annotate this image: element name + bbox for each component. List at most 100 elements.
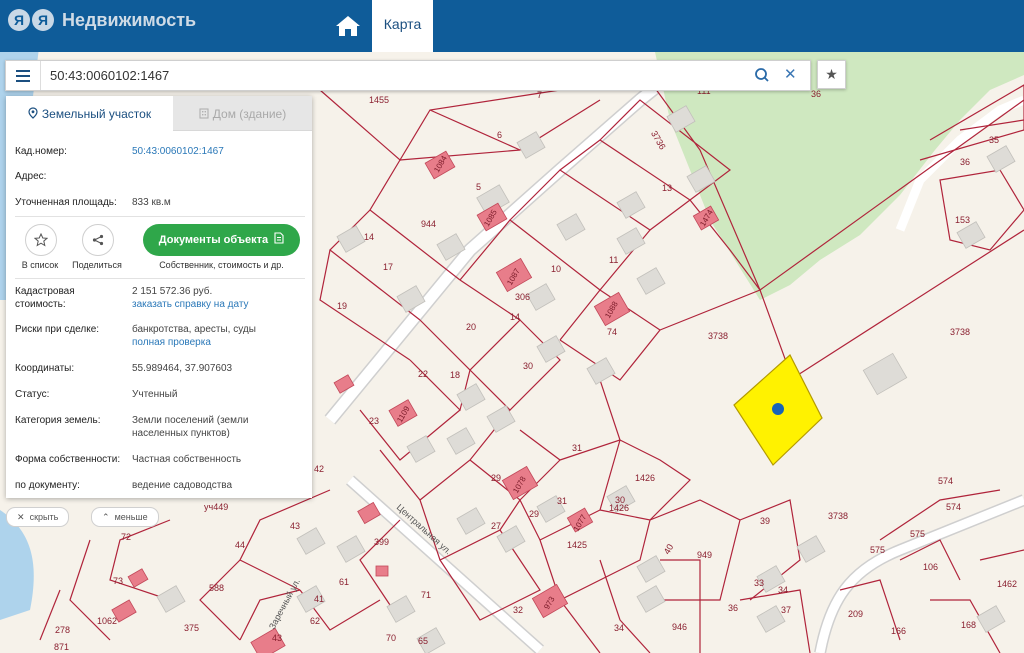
ownership-value: Частная собственность xyxy=(132,454,242,465)
cadastral-cost-value: 2 151 572.36 руб. xyxy=(132,286,213,297)
object-documents-label: Документы объекта xyxy=(158,234,269,246)
label-27: 27 xyxy=(491,521,501,531)
show-less-label: меньше xyxy=(114,512,148,522)
add-to-list-label: В список xyxy=(21,260,59,270)
coordinates-label: Координаты: xyxy=(15,363,75,374)
label-574b: 574 xyxy=(946,502,961,512)
hide-panel-button[interactable]: ✕ скрыть xyxy=(6,507,70,527)
label-33: 33 xyxy=(754,578,764,588)
label-31b: 31 xyxy=(557,496,567,506)
label-31a: 31 xyxy=(572,443,582,453)
label-36a: 36 xyxy=(811,89,821,99)
cadastral-cost-label-2: стоимость: xyxy=(15,299,66,310)
hide-panel-label: скрыть xyxy=(29,512,59,522)
label-1455: 1455 xyxy=(369,95,389,105)
label-22: 22 xyxy=(418,369,428,379)
object-documents-button[interactable]: Документы объекта xyxy=(143,224,300,256)
star-icon: ★ xyxy=(825,66,838,82)
hamburger-icon xyxy=(16,69,30,82)
label-17: 17 xyxy=(383,262,393,272)
label-3738a: 3738 xyxy=(708,331,728,341)
label-588: 588 xyxy=(209,583,224,593)
brand-logo[interactable]: Я Я Недвижимость xyxy=(8,8,196,32)
home-button[interactable] xyxy=(324,0,372,52)
label-36b: 36 xyxy=(960,157,970,167)
label-153: 153 xyxy=(955,215,970,225)
label-1425: 1425 xyxy=(567,540,587,550)
label-946: 946 xyxy=(672,622,687,632)
star-outline-icon xyxy=(34,233,48,247)
label-41: 41 xyxy=(314,594,324,604)
label-1462: 1462 xyxy=(997,579,1017,589)
label-32: 32 xyxy=(513,605,523,615)
label-62: 62 xyxy=(310,616,320,626)
order-certificate-link[interactable]: заказать справку на дату xyxy=(132,299,249,310)
label-1426b: 1426 xyxy=(609,503,629,513)
label-42: 42 xyxy=(314,464,324,474)
land-category-value-2: населенных пунктов) xyxy=(132,428,230,439)
label-72: 72 xyxy=(121,532,131,542)
area-label: Уточненная площадь: xyxy=(15,197,117,208)
brand-title: Недвижимость xyxy=(62,9,197,30)
label-29a: 29 xyxy=(491,473,501,483)
search-bar: ✕ xyxy=(5,60,811,91)
label-30: 30 xyxy=(523,361,533,371)
tab-map[interactable]: Карта xyxy=(372,0,433,52)
label-944: 944 xyxy=(421,219,436,229)
search-input[interactable] xyxy=(50,66,740,84)
label-uch449: уч449 xyxy=(204,502,228,512)
label-575b: 575 xyxy=(910,529,925,539)
label-14b: 14 xyxy=(510,312,520,322)
label-306: 306 xyxy=(515,292,530,302)
full-check-link[interactable]: полная проверка xyxy=(132,337,211,348)
label-61: 61 xyxy=(339,577,349,587)
label-168: 168 xyxy=(961,620,976,630)
document-icon xyxy=(274,232,284,244)
label-44: 44 xyxy=(235,540,245,550)
label-34a: 34 xyxy=(778,585,788,595)
share-label: Поделиться xyxy=(72,260,122,270)
tab-land-parcel[interactable]: Земельный участок xyxy=(6,96,173,130)
divider xyxy=(15,216,305,217)
label-70: 70 xyxy=(386,633,396,643)
tab-house-label: Дом (здание) xyxy=(212,107,287,121)
chevron-up-icon: ⌃ xyxy=(102,512,110,522)
label-399: 399 xyxy=(374,537,389,547)
top-bar: Я Я Недвижимость Карта xyxy=(0,0,1024,52)
label-574a: 574 xyxy=(938,476,953,486)
label-14a: 14 xyxy=(364,232,374,242)
label-35: 35 xyxy=(989,135,999,145)
label-166: 166 xyxy=(891,626,906,636)
label-209: 209 xyxy=(848,609,863,619)
label-278: 278 xyxy=(55,625,70,635)
home-icon xyxy=(336,16,360,36)
object-documents-subtitle: Собственник, стоимость и др. xyxy=(159,260,284,270)
close-icon[interactable]: ✕ xyxy=(784,65,797,83)
close-icon: ✕ xyxy=(17,512,25,522)
object-info-panel: Земельный участок Дом (здание) Кад.номер… xyxy=(6,96,312,498)
share-icon xyxy=(92,234,104,246)
favorites-button[interactable]: ★ xyxy=(817,60,846,89)
label-11: 11 xyxy=(609,255,618,265)
label-34b: 34 xyxy=(614,623,624,633)
parcel-center-marker[interactable] xyxy=(772,403,784,415)
search-icon[interactable] xyxy=(754,67,770,83)
status-value: Учтенный xyxy=(132,389,178,400)
label-7: 7 xyxy=(537,90,542,100)
menu-button[interactable] xyxy=(6,61,41,90)
label-65: 65 xyxy=(418,636,428,646)
logo-letter-2: Я xyxy=(32,9,54,31)
label-36c: 36 xyxy=(728,603,738,613)
share-button[interactable] xyxy=(82,224,114,256)
label-37: 37 xyxy=(781,605,791,615)
label-949: 949 xyxy=(697,550,712,560)
tab-house[interactable]: Дом (здание) xyxy=(173,96,312,131)
label-106: 106 xyxy=(923,562,938,572)
show-less-button[interactable]: ⌃ меньше xyxy=(91,507,159,527)
label-3738b: 3738 xyxy=(950,327,970,337)
label-29b: 29 xyxy=(529,509,539,519)
cad-number-value[interactable]: 50:43:0060102:1467 xyxy=(132,146,224,157)
add-to-list-button[interactable] xyxy=(25,224,57,256)
label-375: 375 xyxy=(184,623,199,633)
divider xyxy=(15,278,305,279)
